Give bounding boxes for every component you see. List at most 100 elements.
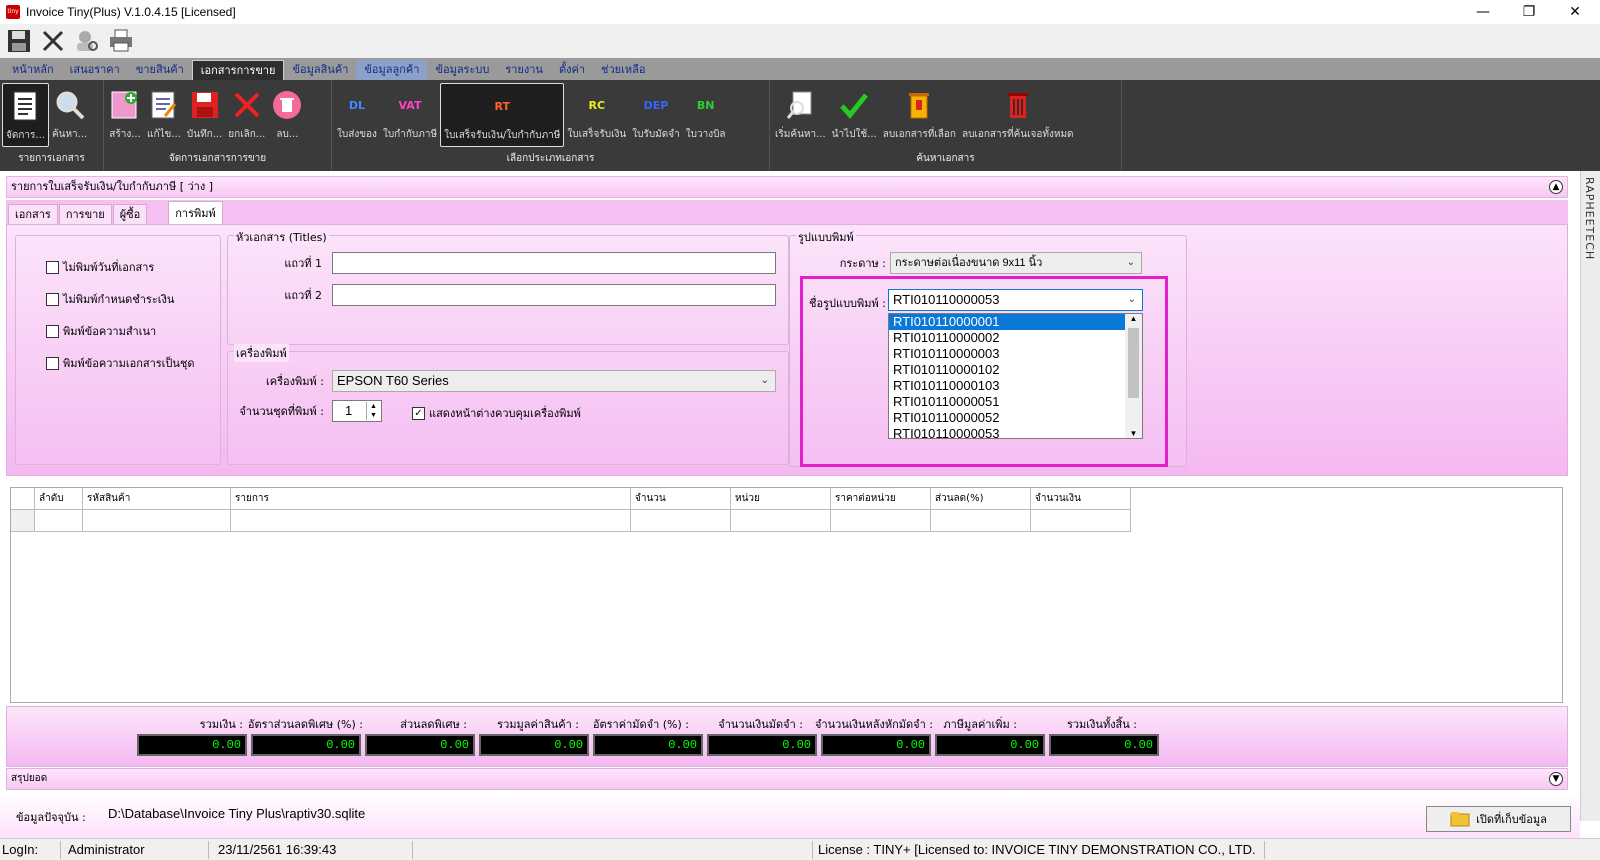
folder-icon: [1450, 812, 1470, 827]
delivery-note-button[interactable]: DL ใบส่งของ: [334, 83, 380, 147]
tab-products[interactable]: ข้อมูลสินค้า: [284, 60, 356, 80]
grid-cell[interactable]: [731, 510, 831, 532]
column-header[interactable]: ส่วนลด(%): [931, 488, 1031, 510]
column-header[interactable]: จำนวนเงิน: [1031, 488, 1131, 510]
printer-select[interactable]: EPSON T60 Series ⌄: [332, 370, 776, 392]
copies-stepper[interactable]: 1 ▲ ▼: [332, 400, 382, 422]
row-selector[interactable]: [11, 510, 35, 532]
open-data-folder-button[interactable]: เปิดที่เก็บข้อมูล: [1426, 806, 1571, 832]
tab-reports[interactable]: รายงาน: [497, 60, 551, 80]
total-value[interactable]: 0.00: [251, 734, 361, 756]
expand-down-icon[interactable]: ▼: [1549, 772, 1563, 786]
column-header[interactable]: จำนวน: [631, 488, 731, 510]
print-set-text-checkbox[interactable]: พิมพ์ข้อความเอกสารเป็นชุด: [46, 354, 195, 372]
total-value[interactable]: 0.00: [365, 734, 475, 756]
scroll-thumb[interactable]: [1128, 328, 1139, 398]
show-printer-dialog-checkbox[interactable]: ✓ แสดงหน้าต่างควบคุมเครื่องพิมพ์: [412, 404, 581, 422]
create-document-icon: [109, 89, 141, 121]
license-info: License : TINY+ [Licensed to: INVOICE TI…: [818, 842, 1256, 857]
collapse-up-icon[interactable]: ▲: [1549, 180, 1563, 194]
print-copy-text-checkbox[interactable]: พิมพ์ข้อความสำเนา: [46, 322, 156, 340]
tab-print[interactable]: การพิมพ์: [168, 201, 223, 224]
total-label: ภาษีมูลค่าเพิ่ม :: [943, 718, 1017, 731]
total-label: อัตราส่วนลดพิเศษ (%) :: [247, 718, 363, 731]
check-icon: ✓: [412, 406, 425, 420]
column-header[interactable]: หน่วย: [731, 488, 831, 510]
list-item[interactable]: RTI010110000102: [889, 362, 1142, 378]
start-search-button[interactable]: เริ่มค้นหา...: [772, 83, 829, 147]
list-item[interactable]: RTI010110000103: [889, 378, 1142, 394]
save-document-button[interactable]: บันทึก...: [184, 83, 225, 147]
deposit-receipt-button[interactable]: DEP ใบรับมัดจำ: [629, 83, 683, 147]
create-button[interactable]: สร้าง...: [106, 83, 144, 147]
delete-button[interactable]: ลบ...: [268, 83, 306, 147]
minimize-button[interactable]: —: [1460, 0, 1506, 24]
tab-settings[interactable]: ตั้งค่า: [551, 60, 593, 80]
no-print-due-checkbox[interactable]: ไม่พิมพ์กำหนดชำระเงิน: [46, 290, 174, 308]
billing-note-button[interactable]: BN ใบวางบิล: [683, 83, 729, 147]
tab-document[interactable]: เอกสาร: [8, 204, 58, 224]
cancel-icon[interactable]: [38, 26, 68, 56]
grid-cell[interactable]: [1031, 510, 1131, 532]
tab-home[interactable]: หน้าหลัก: [4, 60, 62, 80]
restore-button[interactable]: ❐: [1506, 0, 1552, 24]
format-select[interactable]: RTI010110000053 ⌄: [888, 289, 1143, 311]
save-icon[interactable]: [4, 26, 34, 56]
search-button[interactable]: ค้นหา...: [49, 83, 90, 147]
grid-cell[interactable]: [931, 510, 1031, 532]
list-item[interactable]: RTI010110000001: [889, 314, 1142, 330]
total-value[interactable]: 0.00: [593, 734, 703, 756]
list-item[interactable]: RTI010110000002: [889, 330, 1142, 346]
column-header[interactable]: รหัสสินค้า: [83, 488, 231, 510]
print-icon[interactable]: [106, 26, 136, 56]
list-item[interactable]: RTI010110000003: [889, 346, 1142, 362]
paper-select[interactable]: กระดาษต่อเนื่องขนาด 9x11 นิ้ว ⌄: [890, 252, 1142, 274]
grid-cell[interactable]: [35, 510, 83, 532]
tab-sales-documents[interactable]: เอกสารการขาย: [191, 60, 285, 80]
title-line2-input[interactable]: [332, 284, 776, 306]
no-print-date-checkbox[interactable]: ไม่พิมพ์วันที่เอกสาร: [46, 258, 154, 276]
tab-help[interactable]: ช่วยเหลือ: [593, 60, 653, 80]
title-line1-input[interactable]: [332, 252, 776, 274]
rt-icon: RT: [494, 99, 510, 113]
delete-selected-button[interactable]: ลบเอกสารที่เลือก: [880, 83, 959, 147]
tab-system[interactable]: ข้อมูลระบบ: [427, 60, 497, 80]
spin-arrows-icon[interactable]: ▲ ▼: [366, 402, 380, 420]
column-header[interactable]: รายการ: [231, 488, 631, 510]
list-item[interactable]: RTI010110000053: [889, 426, 1142, 442]
column-header[interactable]: ลำดับ: [35, 488, 83, 510]
grid-cell[interactable]: [83, 510, 231, 532]
ribbon-group-search-docs: เริ่มค้นหา... นำไปใช้... ลบเอกสารที่เลือ…: [770, 80, 1122, 171]
tab-quotation[interactable]: เสนอราคา: [62, 60, 128, 80]
scroll-up-icon[interactable]: ▲: [1125, 314, 1142, 328]
list-item[interactable]: RTI010110000051: [889, 394, 1142, 410]
apply-button[interactable]: นำไปใช้...: [829, 83, 880, 147]
search-user-icon[interactable]: [72, 26, 102, 56]
edit-button[interactable]: แก้ไข...: [144, 83, 184, 147]
tab-customers[interactable]: ข้อมูลลูกค้า: [356, 60, 428, 80]
close-button[interactable]: ✕: [1552, 0, 1598, 24]
total-label: รวมเงิน :: [199, 718, 243, 731]
items-grid: ลำดับ รหัสสินค้า รายการ จำนวน หน่วย ราคา…: [10, 487, 1563, 703]
delete-all-found-button[interactable]: ลบเอกสารที่ค้นเจอทั้งหมด: [959, 83, 1077, 147]
grid-cell[interactable]: [231, 510, 631, 532]
receipt-tax-invoice-button[interactable]: RT ใบเสร็จรับเงิน/ใบกำกับภาษี: [440, 83, 565, 147]
total-label: ส่วนลดพิเศษ :: [400, 718, 467, 731]
side-panel[interactable]: RAPHEETECH: [1580, 171, 1600, 821]
grid-cell[interactable]: [831, 510, 931, 532]
receipt-button[interactable]: RC ใบเสร็จรับเงิน: [564, 83, 629, 147]
format-group-title: รูปแบบพิมพ์: [796, 228, 856, 246]
title-line1-label: แถวที่ 1: [284, 257, 322, 270]
tab-buyer[interactable]: ผู้ซื้อ: [112, 204, 148, 224]
tax-invoice-button[interactable]: VAT ใบกำกับภาษี: [380, 83, 440, 147]
scroll-down-icon[interactable]: ▼: [1125, 429, 1142, 438]
trash-icon: [271, 89, 303, 121]
grid-cell[interactable]: [631, 510, 731, 532]
tab-sale[interactable]: การขาย: [58, 204, 112, 224]
dropdown-scrollbar[interactable]: ▲ ▼: [1125, 314, 1142, 438]
tab-sales[interactable]: ขายสินค้า: [128, 60, 192, 80]
column-header[interactable]: ราคาต่อหน่วย: [831, 488, 931, 510]
manage-button[interactable]: จัดการ...: [2, 83, 49, 147]
void-button[interactable]: ยกเลิก...: [225, 83, 268, 147]
list-item[interactable]: RTI010110000052: [889, 410, 1142, 426]
